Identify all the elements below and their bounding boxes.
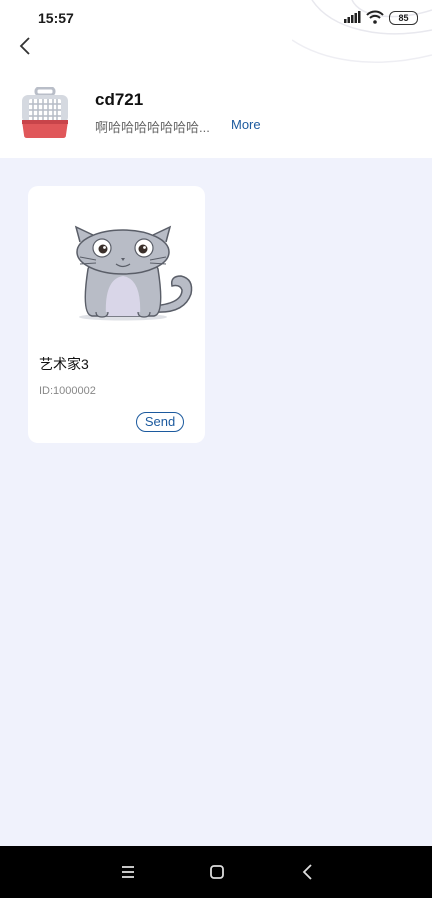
- status-bar: 15:57 85: [0, 0, 432, 34]
- item-id: ID:1000002: [39, 385, 96, 397]
- battery-icon: 85: [389, 11, 418, 25]
- header-section: 15:57 85 cd721 啊哈哈哈哈哈哈哈... More: [0, 0, 432, 158]
- signal-icon: [344, 11, 361, 23]
- more-link[interactable]: More: [231, 117, 261, 132]
- status-time: 15:57: [38, 10, 74, 26]
- item-name: 艺术家3: [39, 356, 89, 372]
- shop-name: cd721: [95, 90, 144, 109]
- wifi-icon: [366, 10, 384, 24]
- cat-image: [74, 225, 193, 321]
- back-nav-icon[interactable]: [296, 860, 320, 884]
- menu-icon[interactable]: [116, 860, 140, 884]
- system-nav-bar: [0, 846, 432, 898]
- home-icon[interactable]: [205, 860, 229, 884]
- back-button[interactable]: [14, 34, 38, 58]
- item-card[interactable]: 艺术家3 ID:1000002 Send: [28, 186, 205, 443]
- shop-description: 啊哈哈哈哈哈哈哈...: [95, 120, 210, 135]
- send-button[interactable]: Send: [136, 412, 184, 432]
- pet-carrier-icon: [22, 87, 68, 138]
